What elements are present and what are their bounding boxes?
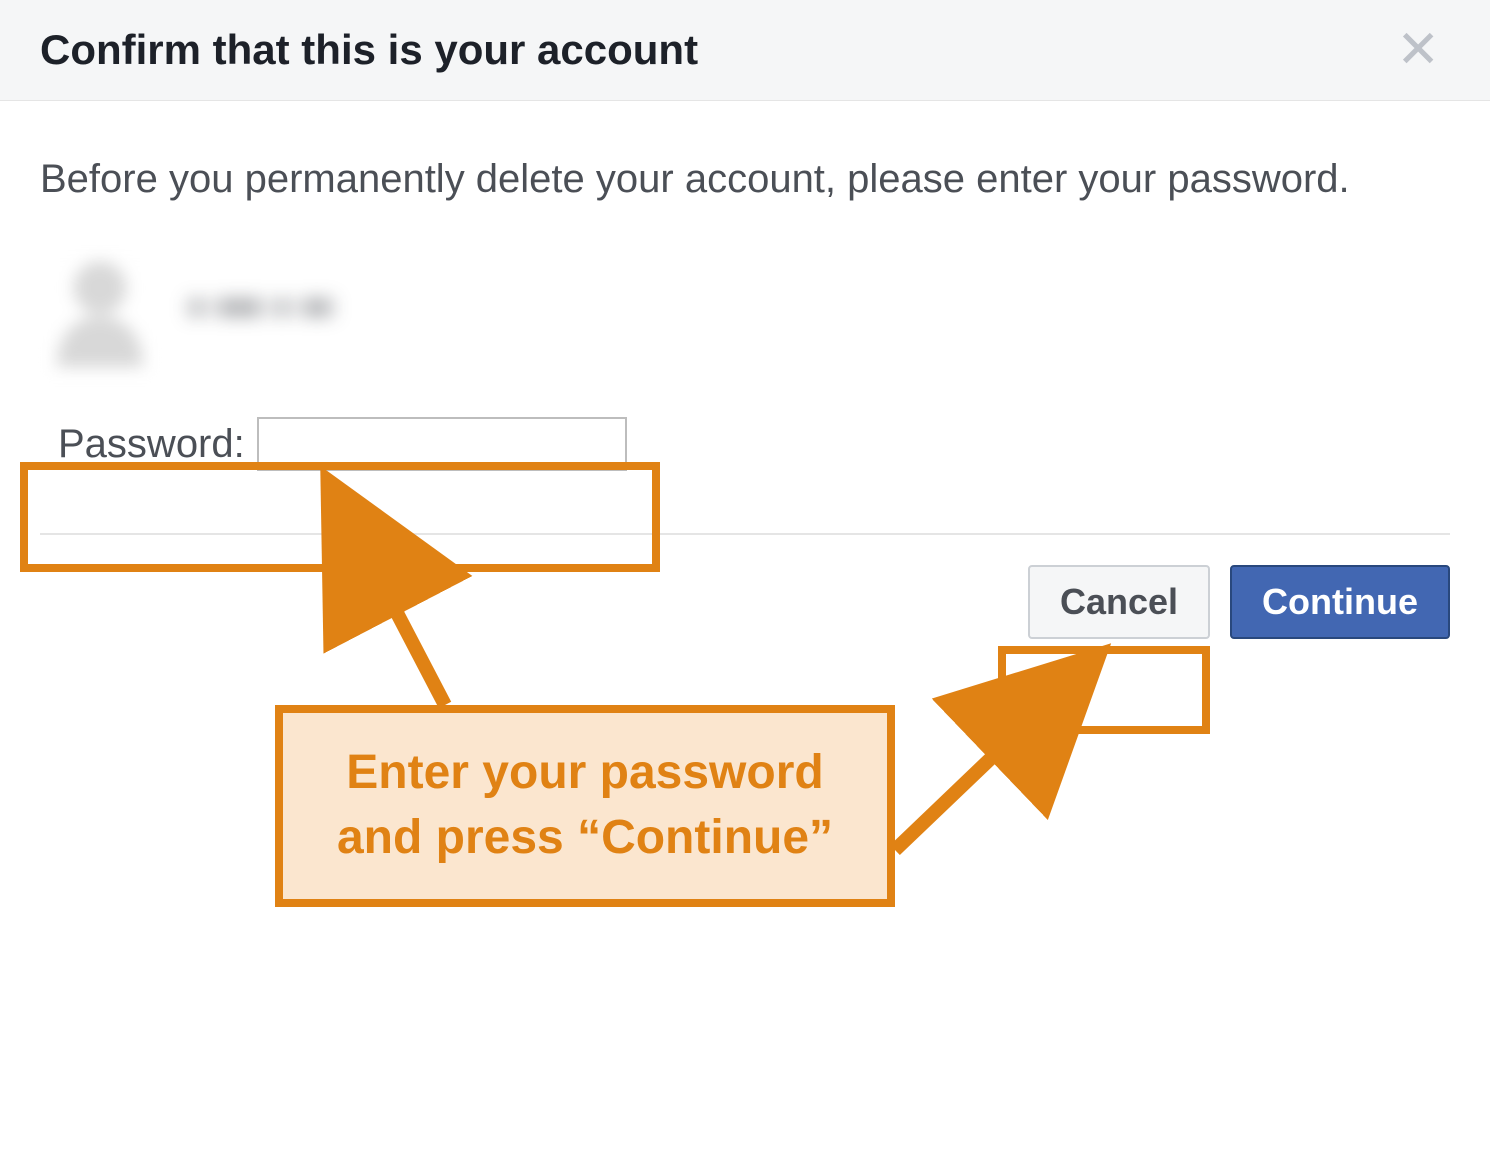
password-block: Password: (40, 405, 645, 483)
avatar-icon (40, 247, 160, 367)
cancel-button[interactable]: Cancel (1028, 565, 1210, 639)
instruction-text: Before you permanently delete your accou… (40, 151, 1450, 207)
confirm-account-dialog: Confirm that this is your account ✕ Befo… (0, 0, 1490, 679)
password-label: Password: (58, 422, 245, 467)
username-obscured: ▪ ▪▪▪ ▪ ▪▪ (190, 285, 333, 330)
annotation-callout: Enter your password and press “Continue” (275, 705, 895, 907)
dialog-title: Confirm that this is your account (40, 26, 698, 74)
close-icon[interactable]: ✕ (1386, 20, 1450, 80)
dialog-body: Before you permanently delete your accou… (0, 101, 1490, 535)
dialog-footer: Cancel Continue (0, 535, 1490, 679)
dialog-header: Confirm that this is your account ✕ (0, 0, 1490, 101)
password-input[interactable] (257, 417, 627, 471)
user-row: ▪ ▪▪▪ ▪ ▪▪ (40, 247, 1450, 367)
continue-button[interactable]: Continue (1230, 565, 1450, 639)
